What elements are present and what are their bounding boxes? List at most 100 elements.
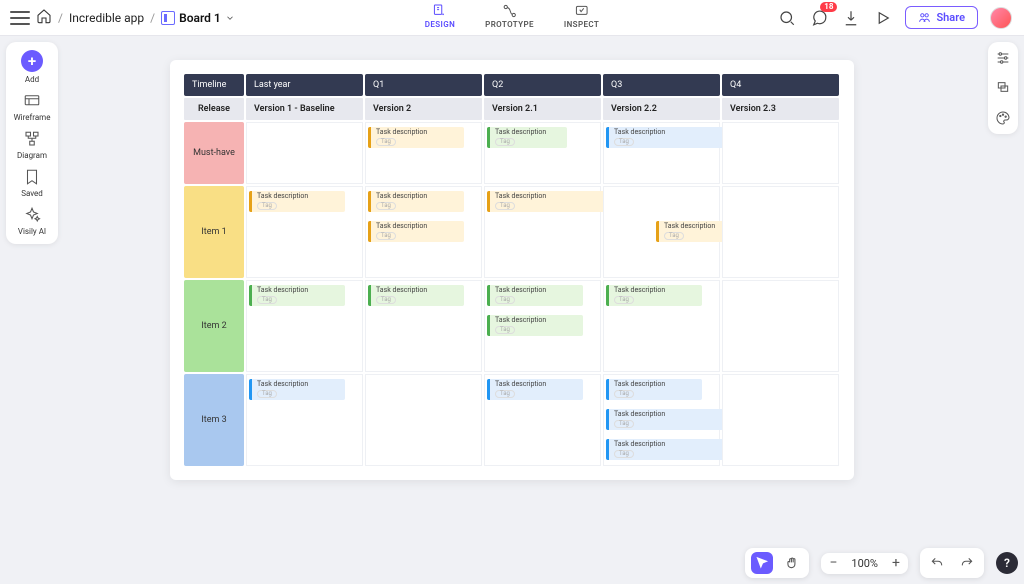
tool-group	[745, 548, 809, 578]
cell[interactable]: Task descriptionTag Task descriptionTag	[484, 280, 601, 372]
sidebar-wireframe[interactable]: Wireframe	[14, 92, 51, 122]
mode-switch: DESIGN PROTOTYPE INSPECT	[425, 0, 600, 36]
left-sidebar: + Add Wireframe Diagram Saved Visily AI	[6, 42, 58, 244]
sidebar-saved[interactable]: Saved	[21, 168, 43, 198]
cell[interactable]: Task descriptionTag	[365, 280, 482, 372]
row-item2[interactable]: Item 2	[184, 280, 244, 372]
pointer-tool[interactable]	[751, 552, 773, 574]
header-q4[interactable]: Q4	[722, 74, 839, 96]
release-v21[interactable]: Version 2.1	[484, 98, 601, 120]
undo-button[interactable]	[926, 552, 948, 574]
sidebar-saved-label: Saved	[21, 189, 43, 198]
task-card[interactable]: Task descriptionTag	[368, 221, 464, 242]
right-sidebar	[988, 42, 1018, 134]
release-v22[interactable]: Version 2.2	[603, 98, 720, 120]
hand-tool[interactable]	[781, 552, 803, 574]
breadcrumb-parent[interactable]: Incredible app	[69, 11, 144, 25]
sidebar-wireframe-label: Wireframe	[14, 113, 51, 122]
task-card[interactable]: Task descriptionTag	[487, 315, 583, 336]
sidebar-diagram[interactable]: Diagram	[17, 130, 47, 160]
header-q2[interactable]: Q2	[484, 74, 601, 96]
palette-icon[interactable]	[995, 110, 1011, 126]
sidebar-diagram-label: Diagram	[17, 151, 47, 160]
release-v1[interactable]: Version 1 - Baseline	[246, 98, 363, 120]
cell[interactable]: Task descriptionTag	[246, 280, 363, 372]
cell[interactable]: Task descriptionTag Task descriptionTag	[365, 186, 482, 278]
share-label: Share	[936, 11, 965, 24]
cell[interactable]: Task descriptionTag	[484, 374, 601, 466]
cell[interactable]: Task descriptionTag Task descriptionTag …	[603, 374, 720, 466]
cell[interactable]: Task descriptionTag	[603, 186, 720, 278]
task-card[interactable]: Task descriptionTag	[606, 379, 702, 400]
task-card[interactable]: Task descriptionTag	[249, 191, 345, 212]
zoom-in[interactable]: +	[890, 557, 902, 569]
mode-design[interactable]: DESIGN	[425, 3, 455, 29]
cell[interactable]: Task descriptionTag	[246, 186, 363, 278]
sidebar-add[interactable]: + Add	[21, 50, 43, 84]
task-card[interactable]: Task descriptionTag	[487, 285, 583, 306]
breadcrumb-sep: /	[58, 11, 63, 25]
cell[interactable]	[722, 374, 839, 466]
zoom-group: − 100% +	[821, 553, 908, 574]
cell[interactable]	[365, 374, 482, 466]
bottom-bar: − 100% + ?	[745, 548, 1018, 578]
task-card[interactable]: Task descriptionTag	[487, 127, 567, 148]
mode-inspect[interactable]: INSPECT	[564, 3, 599, 29]
cell[interactable]	[722, 280, 839, 372]
people-icon	[918, 11, 931, 24]
cell[interactable]: Task descriptionTag	[603, 122, 720, 184]
release-v23[interactable]: Version 2.3	[722, 98, 839, 120]
cell[interactable]	[722, 186, 839, 278]
task-card[interactable]: Task descriptionTag	[368, 285, 464, 306]
task-card[interactable]: Task descriptionTag	[606, 285, 702, 306]
menu-icon[interactable]	[10, 11, 30, 25]
task-card[interactable]: Task descriptionTag	[487, 379, 583, 400]
roadmap-grid: Timeline Last year Q1 Q2 Q3 Q4 Release V…	[184, 74, 840, 466]
row-item1[interactable]: Item 1	[184, 186, 244, 278]
task-card[interactable]: Task descriptionTag	[249, 285, 345, 306]
breadcrumb-sep: /	[150, 11, 155, 25]
search-icon[interactable]	[777, 8, 797, 28]
zoom-level[interactable]: 100%	[847, 557, 882, 570]
sliders-icon[interactable]	[995, 50, 1011, 66]
wireframe-icon	[22, 92, 42, 110]
cell[interactable]: Task descriptionTag	[246, 374, 363, 466]
row-item3[interactable]: Item 3	[184, 374, 244, 466]
cell[interactable]: Task descriptionTag	[603, 280, 720, 372]
header-lastyear[interactable]: Last year	[246, 74, 363, 96]
help-button[interactable]: ?	[996, 552, 1018, 574]
avatar[interactable]	[990, 7, 1012, 29]
play-icon[interactable]	[873, 8, 893, 28]
release-v2[interactable]: Version 2	[365, 98, 482, 120]
task-card[interactable]: Task descriptionTag	[249, 379, 345, 400]
home-icon[interactable]	[36, 8, 52, 28]
cell[interactable]	[246, 122, 363, 184]
comments-icon[interactable]: 18	[809, 8, 829, 28]
diagram-icon	[22, 130, 42, 148]
sparkle-icon	[22, 206, 42, 224]
mode-prototype[interactable]: PROTOTYPE	[485, 3, 534, 29]
layers-icon[interactable]	[995, 80, 1011, 96]
breadcrumb-board[interactable]: Board 1	[161, 11, 235, 25]
header-q1[interactable]: Q1	[365, 74, 482, 96]
plus-icon: +	[21, 50, 43, 72]
task-card[interactable]: Task descriptionTag	[368, 191, 464, 212]
redo-button[interactable]	[956, 552, 978, 574]
header-q3[interactable]: Q3	[603, 74, 720, 96]
cell[interactable]: Task descriptionTag	[484, 186, 601, 278]
release-label[interactable]: Release	[184, 98, 244, 120]
notification-badge: 18	[820, 2, 837, 12]
sidebar-add-label: Add	[25, 75, 39, 84]
download-icon[interactable]	[841, 8, 861, 28]
canvas-board[interactable]: Timeline Last year Q1 Q2 Q3 Q4 Release V…	[170, 60, 854, 480]
cell[interactable]	[722, 122, 839, 184]
board-name: Board 1	[179, 11, 221, 25]
task-card[interactable]: Task descriptionTag	[368, 127, 464, 148]
header-timeline[interactable]: Timeline	[184, 74, 244, 96]
cell[interactable]: Task descriptionTag	[365, 122, 482, 184]
share-button[interactable]: Share	[905, 6, 978, 29]
cell[interactable]: Task descriptionTag	[484, 122, 601, 184]
sidebar-ai[interactable]: Visily AI	[18, 206, 46, 236]
row-musthave[interactable]: Must-have	[184, 122, 244, 184]
zoom-out[interactable]: −	[827, 557, 839, 569]
